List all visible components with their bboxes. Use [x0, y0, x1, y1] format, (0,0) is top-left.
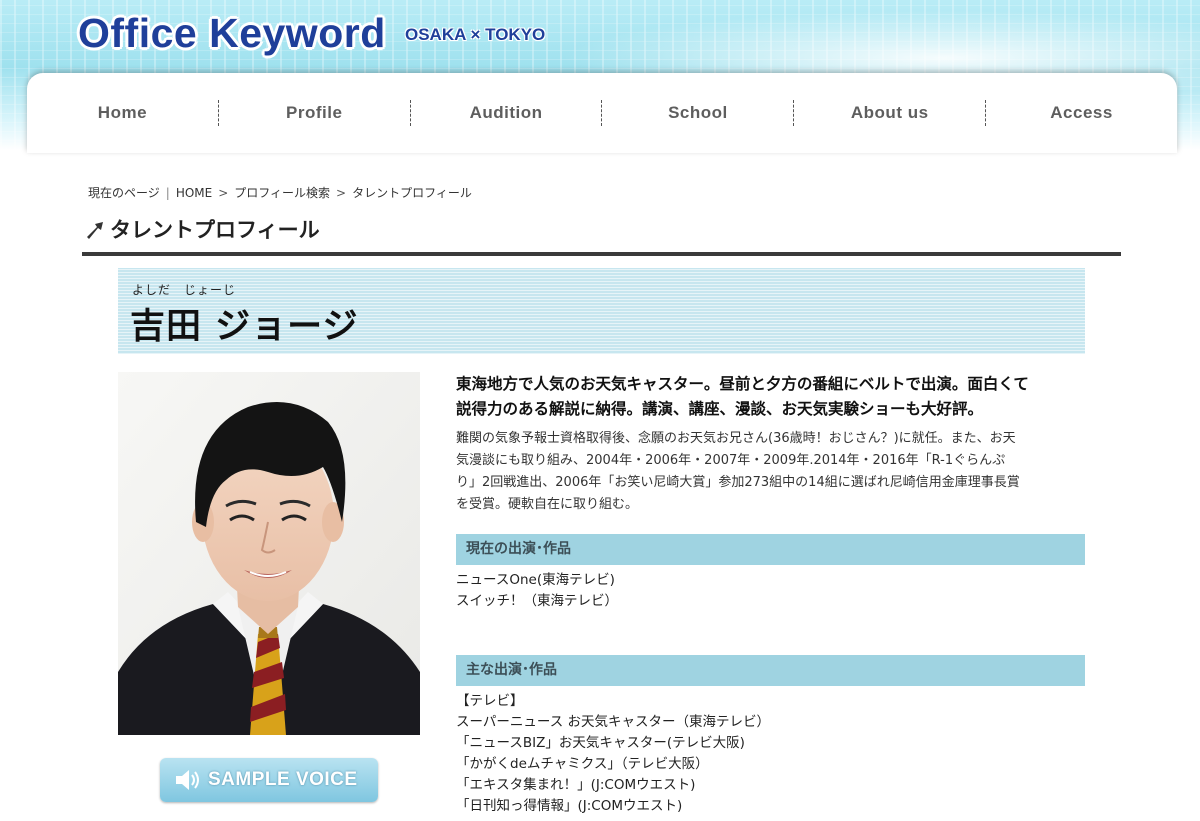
arrow-icon: [87, 222, 103, 239]
list-item: 「エキスタ集まれ！」(J:COMウエスト): [456, 777, 696, 793]
site-logo-subtitle: OSAKA × TOKYO: [405, 25, 546, 44]
profile-lead-line: 説得力のある解説に納得。講演、講座、漫談、お天気実験ショーも大好評。: [456, 400, 984, 418]
profile-lead-line: 東海地方で人気のお天気キャスター。昼前と夕方の番組にベルトで出演。面白くて: [456, 375, 1029, 393]
nav-profile[interactable]: Profile: [219, 100, 410, 126]
site-logo[interactable]: Office Keyword: [78, 10, 386, 57]
profile-description-line: り」2回戦進出、2006年「お笑い尼崎大賞」参加273組中の14組に選ばれ尼崎信…: [456, 475, 1020, 490]
nav-access[interactable]: Access: [986, 100, 1177, 126]
name-banner: よしだ じょーじ 吉田 ジョージ: [118, 268, 1085, 354]
list-item: ニュースOne(東海テレビ): [456, 572, 615, 588]
list-item: 「ニュースBIZ」お天気キャスター(テレビ大阪): [456, 735, 745, 751]
list-item: 「かがくdeムチャミクス」（テレビ大阪）: [456, 756, 709, 772]
speaker-icon: [176, 770, 199, 790]
profile-description-line: 気漫談にも取り組み、2004年・2006年・2007年・2009年.2014年・…: [456, 453, 1006, 468]
breadcrumb-home-link[interactable]: HOME: [176, 186, 212, 200]
main-nav: Home Profile Audition School About us Ac…: [27, 73, 1177, 153]
main-works-list: 【テレビ】 スーパーニュース お天気キャスター（東海テレビ） 「ニュースBIZ」…: [456, 691, 770, 817]
profile-description-line: 難関の気象予報士資格取得後、念願のお天気お兄さん(36歳時！おじさん？)に就任。…: [456, 431, 1016, 446]
page-title-text: タレントプロフィール: [110, 218, 320, 242]
breadcrumb-arrow-icon: >: [336, 186, 347, 200]
breadcrumb-current: タレントプロフィール: [352, 186, 472, 200]
title-divider: [82, 252, 1121, 256]
list-item: 「日刊知っ得情報」(J:COMウエスト): [456, 798, 683, 814]
main-works-heading: 主な出演･作品: [456, 655, 1085, 686]
nav-school[interactable]: School: [602, 100, 793, 126]
profile-photo: [118, 372, 420, 735]
nav-home[interactable]: Home: [27, 100, 218, 126]
current-works-heading: 現在の出演･作品: [456, 534, 1085, 565]
profile-description: 難関の気象予報士資格取得後、念願のお天気お兄さん(36歳時！おじさん？)に就任。…: [456, 428, 1086, 516]
talent-name-ruby: よしだ じょーじ: [132, 283, 237, 297]
breadcrumb: 現在のページ | HOME > プロフィール検索 > タレントプロフィール: [88, 184, 472, 201]
nav-about-us[interactable]: About us: [794, 100, 985, 126]
profile-description-line: を受賞。硬軟自在に取り組む。: [456, 497, 639, 512]
breadcrumb-search-link[interactable]: プロフィール検索: [234, 186, 330, 200]
list-item: スーパーニュース お天気キャスター（東海テレビ）: [456, 714, 770, 730]
talent-name: 吉田 ジョージ: [130, 307, 359, 347]
current-works-list: ニュースOne(東海テレビ) スイッチ！（東海テレビ）: [456, 570, 618, 612]
nav-audition[interactable]: Audition: [411, 100, 602, 126]
sample-voice-button[interactable]: SAMPLE VOICE: [160, 758, 378, 802]
page-title: タレントプロフィール: [84, 214, 320, 244]
breadcrumb-label: 現在のページ: [88, 186, 160, 200]
list-item: スイッチ！（東海テレビ）: [456, 593, 618, 609]
profile-lead: 東海地方で人気のお天気キャスター。昼前と夕方の番組にベルトで出演。面白くて 説得…: [456, 372, 1086, 422]
breadcrumb-arrow-icon: >: [218, 186, 229, 200]
main-works-category: 【テレビ】: [456, 693, 524, 709]
breadcrumb-separator: |: [165, 186, 170, 200]
sample-voice-label: SAMPLE VOICE: [208, 769, 358, 790]
